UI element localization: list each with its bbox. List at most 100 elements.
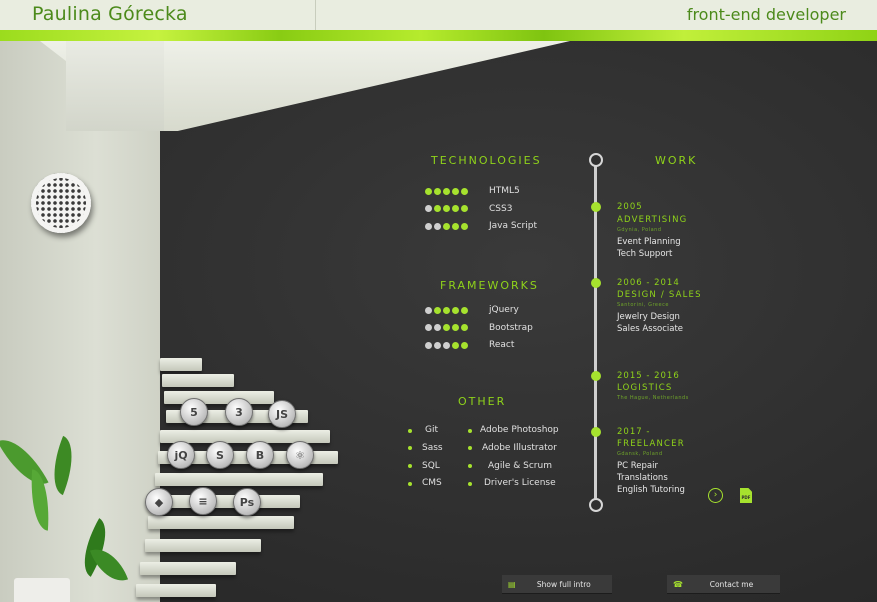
skill-dot <box>425 187 432 195</box>
bootstrap-icon[interactable]: B <box>246 441 274 469</box>
skill-level-dots <box>425 306 485 314</box>
job-role: front-end developer <box>686 5 846 24</box>
skill-level-dots <box>425 341 485 349</box>
phone-icon: ☎ <box>673 579 683 589</box>
list-item: Driver's License <box>484 478 556 488</box>
skill-dot <box>461 306 468 314</box>
plant-pot <box>14 578 70 602</box>
skill-dot <box>443 187 450 195</box>
skill-dot <box>425 306 432 314</box>
photoshop-icon[interactable]: Ps <box>233 488 261 516</box>
skill-dot <box>434 341 441 349</box>
job-description: Jewelry Design <box>617 312 680 322</box>
skill-dot <box>452 341 459 349</box>
list-item: Sass <box>422 443 443 453</box>
job-years: 2017 - <box>617 427 651 437</box>
skill-name: jQuery <box>489 305 519 315</box>
timeline-dot[interactable] <box>591 427 601 437</box>
header-divider <box>315 0 316 30</box>
ceiling-pillar <box>66 41 164 131</box>
show-intro-label: Show full intro <box>536 579 591 589</box>
list-item: Git <box>425 425 439 435</box>
skill-dot <box>434 222 441 230</box>
job-years: 2006 - 2014 <box>617 278 680 288</box>
skill-level-dots <box>425 324 485 331</box>
database-icon[interactable]: ≡ <box>189 487 217 515</box>
timeline-end-cap <box>589 498 603 512</box>
contact-button[interactable]: ☎ Contact me <box>667 575 780 594</box>
timeline-dot[interactable] <box>591 278 601 288</box>
skill-name: Bootstrap <box>489 322 533 333</box>
skill-dot <box>434 324 441 331</box>
job-location: Gdynia, Poland <box>617 227 662 233</box>
skill-level-dots <box>425 222 485 230</box>
pdf-icon-label: PDF <box>741 495 751 500</box>
skill-name: Java Script <box>489 221 537 231</box>
skill-dot <box>461 187 468 195</box>
jquery-icon[interactable]: jQ <box>167 441 195 469</box>
job-title: DESIGN / SALES <box>617 290 702 300</box>
job-description: Sales Associate <box>617 324 684 334</box>
job-location: Gdansk, Poland <box>617 451 663 457</box>
document-icon: ▤ <box>508 579 516 589</box>
list-item: CMS <box>422 478 442 488</box>
skill-row: HTML5 <box>425 185 520 197</box>
html5-icon[interactable]: 5 <box>180 398 208 426</box>
skill-name: React <box>489 340 515 350</box>
job-description: PC Repair <box>617 461 658 471</box>
skill-dot <box>461 341 468 349</box>
job-location: Santorini, Greece <box>617 302 669 308</box>
skill-dot <box>434 205 441 212</box>
skill-dot <box>425 341 432 349</box>
skill-dot <box>443 341 450 349</box>
git-icon[interactable]: ◆ <box>145 488 173 516</box>
skill-dot <box>443 222 450 230</box>
skill-dot <box>425 222 432 230</box>
frameworks-heading: FRAMEWORKS <box>440 279 539 292</box>
skill-row: Java Script <box>425 220 537 232</box>
job-description: Event Planning <box>617 237 681 247</box>
skill-dot <box>434 306 441 314</box>
job-location: The Hague, Netherlands <box>617 395 689 401</box>
skill-row: jQuery <box>425 304 519 316</box>
site-name[interactable]: Paulina Górecka <box>32 3 188 25</box>
job-title: LOGISTICS <box>617 383 673 393</box>
skill-row: React <box>425 339 514 351</box>
skill-row: Bootstrap <box>425 322 533 334</box>
skill-dot <box>434 187 441 195</box>
job-description: Tech Support <box>617 249 673 259</box>
css3-icon[interactable]: 3 <box>225 398 253 426</box>
skill-dot <box>425 324 432 331</box>
skill-dot <box>461 205 468 212</box>
skill-dot <box>443 324 450 331</box>
accent-stripe <box>0 30 877 41</box>
skill-level-dots <box>425 205 485 212</box>
skill-row: CSS3 <box>425 203 512 215</box>
show-intro-button[interactable]: ▤ Show full intro <box>502 575 612 594</box>
list-item: Agile & Scrum <box>488 461 552 471</box>
skill-dot <box>461 222 468 230</box>
next-arrow-button[interactable]: › <box>708 488 723 503</box>
speaker-button[interactable] <box>31 173 91 233</box>
timeline-dot[interactable] <box>591 371 601 381</box>
skill-dot <box>452 306 459 314</box>
javascript-icon[interactable]: JS <box>268 400 296 428</box>
skill-dot <box>461 324 468 331</box>
timeline-start-cap <box>589 153 603 167</box>
react-icon[interactable]: ⚛ <box>286 441 314 469</box>
work-heading: WORK <box>655 154 698 167</box>
pdf-download-icon[interactable]: PDF <box>740 488 752 503</box>
skill-dot <box>425 205 432 212</box>
job-description: English Tutoring <box>617 485 685 495</box>
skill-dot <box>443 306 450 314</box>
timeline-dot[interactable] <box>591 202 601 212</box>
sass-icon[interactable]: S <box>206 441 234 469</box>
job-description: Translations <box>617 473 668 483</box>
skill-name: CSS3 <box>489 203 513 214</box>
technologies-heading: TECHNOLOGIES <box>431 154 542 167</box>
list-item: Adobe Photoshop <box>480 425 559 435</box>
skill-dot <box>452 324 459 331</box>
skill-dot <box>452 222 459 230</box>
contact-label: Contact me <box>709 579 754 589</box>
skill-level-dots <box>425 187 485 195</box>
